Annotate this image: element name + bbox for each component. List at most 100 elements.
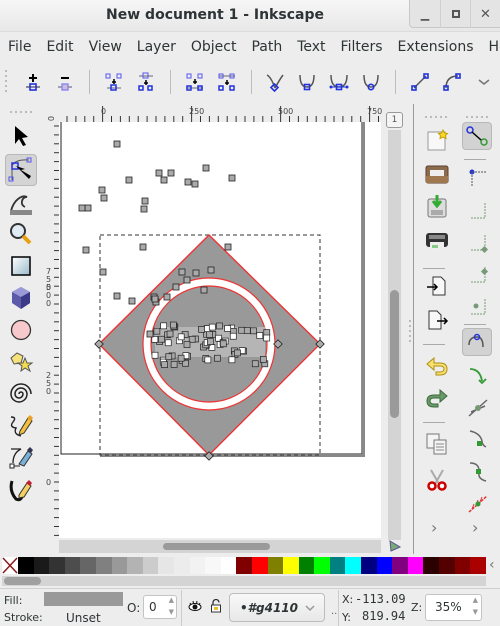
- color-swatch[interactable]: [267, 557, 284, 574]
- toolbar-grip[interactable]: [5, 70, 7, 94]
- color-swatch[interactable]: [64, 557, 81, 574]
- color-swatch[interactable]: [189, 557, 206, 574]
- drawing-canvas[interactable]: [59, 122, 381, 538]
- snap-cusp-button[interactable]: [462, 424, 494, 456]
- node-smooth-button[interactable]: [291, 66, 323, 98]
- tool-rectangle[interactable]: [5, 250, 37, 282]
- color-swatch[interactable]: [111, 557, 128, 574]
- color-swatch[interactable]: [376, 557, 393, 574]
- color-swatch[interactable]: [127, 557, 143, 574]
- toggle-lock-button[interactable]: [210, 598, 222, 617]
- color-management-icon[interactable]: [389, 540, 402, 552]
- color-swatch[interactable]: [236, 557, 252, 574]
- snap-bbox-center-button[interactable]: [462, 290, 494, 322]
- page-button[interactable]: 1: [386, 112, 403, 128]
- commands-overflow[interactable]: ›: [431, 518, 437, 537]
- toggle-visibility-button[interactable]: [188, 600, 202, 616]
- color-swatch[interactable]: [329, 557, 346, 574]
- color-swatch[interactable]: [95, 557, 112, 574]
- palette-scrollbar[interactable]: [2, 576, 486, 586]
- color-swatch[interactable]: [220, 557, 237, 574]
- node-symmetric-button[interactable]: [323, 66, 355, 98]
- color-swatch[interactable]: [392, 557, 408, 574]
- tool-tweak[interactable]: [5, 188, 37, 220]
- tool-pen[interactable]: [5, 442, 37, 474]
- export-button[interactable]: [421, 304, 453, 336]
- snap-smooth-button[interactable]: [462, 456, 494, 488]
- snap-toggle-button[interactable]: [462, 122, 492, 150]
- spin-down-icon[interactable]: ▼: [169, 608, 174, 616]
- tool-selector[interactable]: [5, 120, 37, 152]
- tool-ellipse[interactable]: [5, 314, 37, 346]
- redo-button[interactable]: [421, 382, 453, 414]
- menu-path[interactable]: Path: [251, 39, 282, 55]
- delete-node-button[interactable]: [49, 66, 81, 98]
- color-swatch[interactable]: [142, 557, 159, 574]
- close-button[interactable]: ✕: [470, 0, 500, 28]
- spin-up-icon[interactable]: ▲: [169, 596, 174, 604]
- spin-down-icon[interactable]: ▼: [473, 608, 478, 616]
- color-swatch[interactable]: [298, 557, 315, 574]
- color-swatch[interactable]: [283, 557, 299, 574]
- menu-file[interactable]: File: [8, 39, 31, 55]
- palette-menu-button[interactable]: ‹: [489, 557, 495, 573]
- zoom-spinbox[interactable]: 35% ▲ ▼: [425, 594, 482, 621]
- color-swatch[interactable]: [80, 557, 96, 574]
- color-swatch[interactable]: [205, 557, 221, 574]
- snap-nodes-button[interactable]: [462, 328, 492, 356]
- menu-extensions[interactable]: Extensions: [398, 39, 474, 55]
- color-swatch[interactable]: [407, 557, 424, 574]
- menu-edit[interactable]: Edit: [46, 39, 73, 55]
- tool-3d-box[interactable]: [5, 282, 37, 314]
- color-swatch[interactable]: [158, 557, 174, 574]
- toolbox-grip[interactable]: [10, 111, 34, 113]
- node-auto-button[interactable]: [355, 66, 387, 98]
- insert-node-button[interactable]: [17, 66, 49, 98]
- snap-bbox-button[interactable]: [462, 162, 494, 194]
- color-swatch[interactable]: [173, 557, 190, 574]
- open-button[interactable]: [421, 158, 453, 190]
- menu-text[interactable]: Text: [297, 39, 325, 55]
- tool-calligraphy[interactable]: [5, 474, 37, 506]
- palette-scroll-thumb[interactable]: [4, 577, 41, 585]
- menu-layer[interactable]: Layer: [137, 39, 176, 55]
- spin-up-icon[interactable]: ▲: [473, 596, 478, 604]
- stroke-value[interactable]: Unset: [66, 611, 101, 625]
- join-nodes-button[interactable]: [98, 66, 130, 98]
- snap-bbox-midpoint-button[interactable]: [462, 258, 494, 290]
- horizontal-scrollbar[interactable]: [59, 540, 381, 553]
- horizontal-scroll-thumb[interactable]: [163, 543, 270, 550]
- tool-node-editor[interactable]: [5, 154, 37, 186]
- toolbar-grip[interactable]: [466, 116, 488, 118]
- node-cusp-button[interactable]: [260, 66, 292, 98]
- cut-button[interactable]: [421, 464, 453, 496]
- color-swatch[interactable]: [49, 557, 65, 574]
- color-swatch[interactable]: [18, 557, 34, 574]
- color-swatch[interactable]: [439, 557, 455, 574]
- vertical-scrollbar[interactable]: [388, 130, 401, 540]
- color-swatch[interactable]: [314, 557, 330, 574]
- snap-overflow[interactable]: ›: [472, 518, 478, 537]
- menu-filters[interactable]: Filters: [341, 39, 383, 55]
- new-document-button[interactable]: [421, 124, 453, 156]
- snap-midpoint-button[interactable]: [462, 488, 494, 520]
- duplicate-button[interactable]: [421, 428, 453, 460]
- undo-button[interactable]: [421, 350, 453, 382]
- color-swatch[interactable]: [345, 557, 362, 574]
- color-swatch[interactable]: [361, 557, 377, 574]
- tool-star[interactable]: [5, 346, 37, 378]
- snap-bbox-edge-button[interactable]: [462, 194, 494, 226]
- vertical-ruler[interactable]: 0 750 500 250 0: [41, 116, 59, 540]
- print-button[interactable]: [421, 224, 453, 256]
- horizontal-ruler[interactable]: 0 250 500 750: [61, 104, 383, 122]
- layer-selector[interactable]: •#g4110: [229, 593, 325, 622]
- segment-line-button[interactable]: [404, 66, 436, 98]
- snap-path-button[interactable]: [462, 360, 494, 392]
- swatch-none[interactable]: [2, 557, 18, 574]
- dock-grip[interactable]: [409, 320, 411, 344]
- toolbar-grip[interactable]: [425, 116, 447, 118]
- more-button[interactable]: [468, 66, 500, 98]
- menu-object[interactable]: Object: [191, 39, 237, 55]
- vertical-scroll-thumb[interactable]: [390, 290, 399, 418]
- snap-bbox-corner-button[interactable]: [462, 226, 494, 258]
